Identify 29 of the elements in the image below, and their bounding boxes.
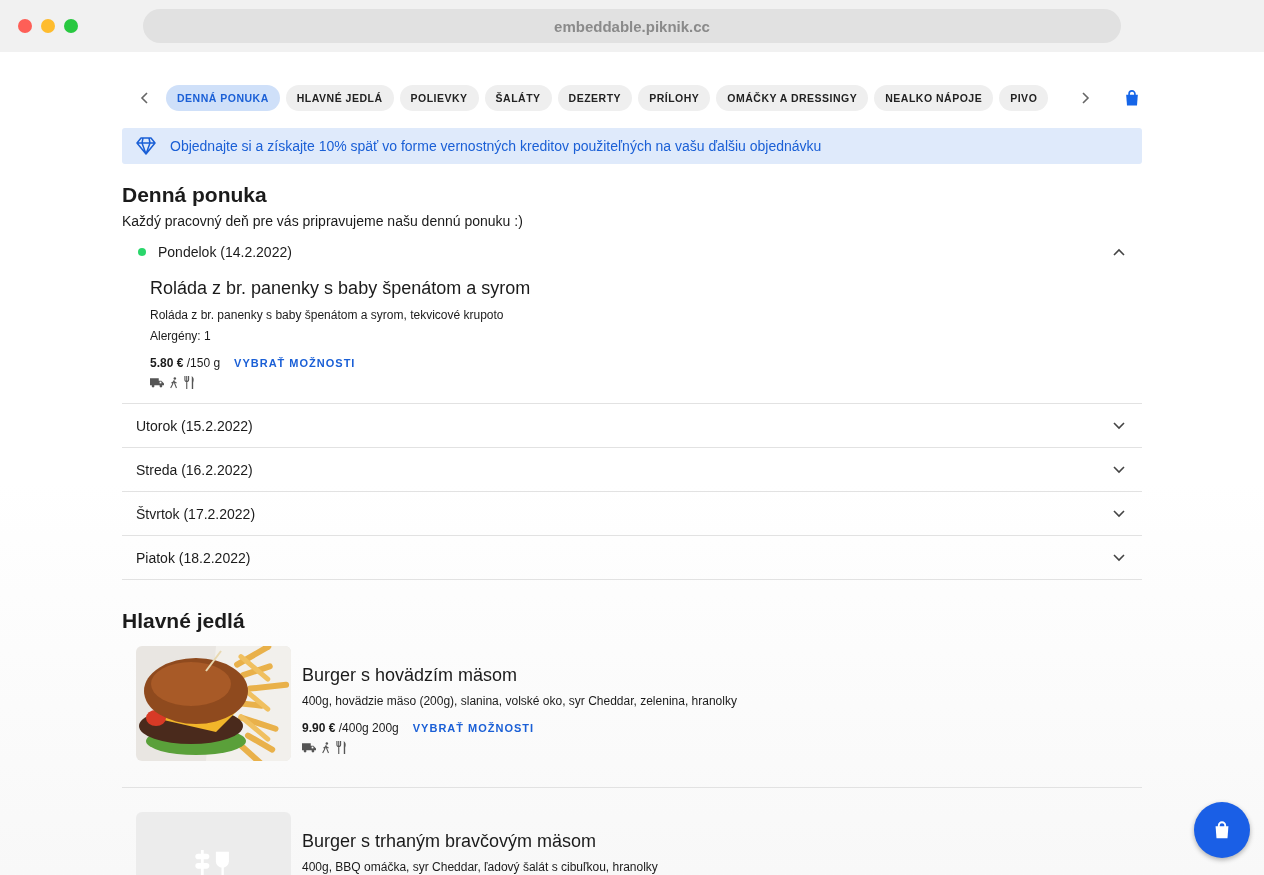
category-tab[interactable]: ŠALÁTY xyxy=(484,85,552,111)
day-label[interactable]: Utorok (15.2.2022) xyxy=(136,417,1112,434)
promo-text: Objednajte si a získajte 10% späť vo forme vernostných kreditov použiteľných na vašu ďalšiu objednávku xyxy=(170,138,822,154)
category-tab[interactable]: DEZERTY xyxy=(557,85,633,111)
category-tab[interactable]: NEALKO NÁPOJE xyxy=(874,85,994,111)
category-tab[interactable]: PRÍLOHY xyxy=(638,85,711,111)
allergens: Alergény: 1 xyxy=(150,328,212,344)
category-tab[interactable]: POLIEVKY xyxy=(399,85,479,111)
category-tab[interactable]: OMÁČKY A DRESSINGY xyxy=(716,85,869,111)
section-heading: Denná ponuka xyxy=(122,182,268,208)
section-heading: Hlavné jedlá xyxy=(122,608,246,634)
meal-description: Roláda z br. panenky s baby špenátom a syrom, tekvicové krupoto xyxy=(150,307,505,323)
price: 5.80 € /150 g xyxy=(150,356,221,370)
product-description: 400g, BBQ omáčka, syr Cheddar, ľadový šalát s cibuľkou, hranolky xyxy=(302,859,658,875)
category-tab[interactable]: HLAVNÉ JEDLÁ xyxy=(285,85,394,111)
product-name: Burger s trhaným bravčovým mäsom xyxy=(302,830,598,852)
day-label[interactable]: Streda (16.2.2022) xyxy=(136,461,1112,478)
product-description: 400g, hovädzie mäso (200g), slanina, volské oko, syr Cheddar, zelenina, hranolky xyxy=(302,693,737,709)
select-options-button[interactable]: VYBRAŤ MOŽNOSTI xyxy=(412,722,535,734)
product-name: Burger s hovädzím mäsom xyxy=(302,664,519,686)
category-tab[interactable]: PIVO xyxy=(999,85,1049,111)
day-label[interactable]: Pondelok (14.2.2022) xyxy=(158,243,1112,260)
select-options-button[interactable]: VYBRAŤ MOŽNOSTI xyxy=(234,357,356,369)
section-subtitle: Každý pracovný deň pre vás pripravujeme našu dennú ponuku :) xyxy=(122,212,524,230)
day-label[interactable]: Piatok (18.2.2022) xyxy=(136,549,1112,566)
category-tab[interactable]: DENNÁ PONUKA xyxy=(166,85,280,111)
price: 9.90 € /400g 200g xyxy=(302,721,399,735)
meal-name: Roláda z br. panenky s baby špenátom a syrom xyxy=(150,277,532,299)
day-label[interactable]: Štvrtok (17.2.2022) xyxy=(136,505,1112,522)
